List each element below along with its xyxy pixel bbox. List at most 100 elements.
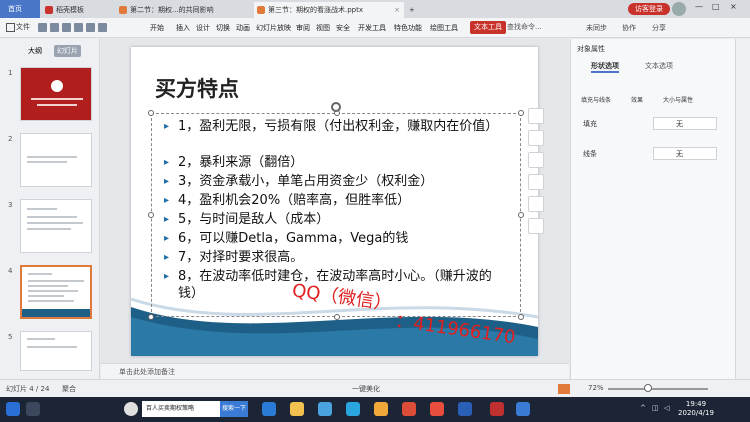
tab-home[interactable]: 首页 [0, 0, 40, 18]
tab-doc-2[interactable]: 第二节：期权...的共同影响 [116, 2, 252, 18]
share-button[interactable]: 分享 [652, 23, 666, 33]
store-icon[interactable] [318, 402, 332, 416]
menu-insert[interactable]: 插入 [176, 23, 190, 33]
wps-icon[interactable] [430, 402, 444, 416]
print-icon[interactable] [62, 23, 71, 32]
menu-home[interactable]: 开始 [150, 23, 164, 33]
tab-doc-3[interactable]: 第三节：期权的看涨战术.pptx × [254, 2, 404, 18]
word-icon[interactable] [516, 402, 530, 416]
baidu-icon[interactable] [124, 402, 138, 416]
app-icon[interactable] [458, 402, 472, 416]
taskbar-search-button[interactable]: 搜索一下 [220, 401, 248, 417]
tab-text-tools[interactable]: 文本工具 [470, 21, 506, 34]
sync-status[interactable]: 未同步 [586, 23, 607, 33]
slide-thumb-5[interactable] [20, 331, 92, 371]
menu-design[interactable]: 设计 [196, 23, 210, 33]
app-icon[interactable] [374, 402, 388, 416]
folder-icon[interactable] [290, 402, 304, 416]
new-tab-button[interactable]: + [406, 2, 420, 18]
close-button[interactable]: × [730, 2, 737, 11]
menu-transition[interactable]: 切换 [216, 23, 230, 33]
menu-security[interactable]: 安全 [336, 23, 350, 33]
resize-handle[interactable] [334, 314, 340, 320]
clock[interactable]: 19:49 2020/4/19 [676, 400, 716, 418]
rotate-handle[interactable] [331, 102, 341, 112]
taskbar-search-input[interactable]: 百人买卖期权策略 [142, 401, 220, 417]
zoom-knob[interactable] [643, 384, 652, 392]
text-wrap-icon[interactable] [528, 218, 544, 234]
tab-shape-options[interactable]: 形状选项 [591, 61, 619, 73]
resize-handle[interactable] [148, 314, 154, 320]
qq-icon[interactable] [346, 402, 360, 416]
save-icon[interactable] [50, 23, 59, 32]
subtab-fill-line[interactable]: 填充与线条 [581, 95, 611, 104]
login-button[interactable]: 访客登录 [628, 3, 670, 15]
undo-icon[interactable] [86, 23, 95, 32]
resize-handle[interactable] [518, 110, 524, 116]
resize-handle[interactable] [518, 314, 524, 320]
slide-title[interactable]: 买方特点 [155, 73, 239, 103]
close-tab-icon[interactable]: × [394, 2, 400, 18]
recorder-icon[interactable] [490, 402, 504, 416]
tab-text-options[interactable]: 文本选项 [645, 61, 673, 71]
bullet-4[interactable]: ▸ 4，盈利机会20%（赔率高，但胜率低） [164, 192, 504, 209]
edge-icon[interactable] [262, 402, 276, 416]
resize-handle[interactable] [148, 212, 154, 218]
menu-devtools[interactable]: 开发工具 [358, 23, 386, 33]
tab-outline[interactable]: 大纲 [28, 45, 42, 57]
app-icon[interactable] [402, 402, 416, 416]
bullet-5[interactable]: ▸ 5，与时间是敌人（成本） [164, 211, 504, 228]
open-icon[interactable] [38, 23, 47, 32]
bullet-6[interactable]: ▸ 6，可以赚Detla，Gamma，Vega的钱 [164, 230, 504, 247]
start-icon[interactable] [6, 402, 20, 416]
volume-icon[interactable]: ◁ [664, 404, 669, 412]
fill-label[interactable]: 填充 [583, 119, 597, 129]
notes-bar[interactable]: 单击此处添加备注 [101, 363, 569, 379]
slide-thumb-1[interactable] [20, 67, 92, 121]
notes-placeholder[interactable]: 单击此处添加备注 [119, 367, 175, 377]
subtab-effect[interactable]: 效果 [631, 95, 643, 104]
maximize-button[interactable]: □ [712, 2, 720, 11]
slide-thumb-2[interactable] [20, 133, 92, 187]
task-icon[interactable] [26, 402, 40, 416]
fill-select[interactable]: 无 [653, 117, 717, 130]
frame-icon[interactable] [528, 196, 544, 212]
resize-handle[interactable] [148, 110, 154, 116]
minimize-button[interactable]: — [695, 2, 703, 11]
subtab-size[interactable]: 大小与属性 [663, 95, 693, 104]
minus-icon[interactable] [528, 108, 544, 124]
preview-icon[interactable] [74, 23, 83, 32]
slide-thumb-4[interactable] [20, 265, 92, 319]
line-label[interactable]: 线条 [583, 149, 597, 159]
command-search[interactable]: 查找命令... [507, 22, 542, 32]
menu-drawing-tools[interactable]: 绘图工具 [430, 23, 458, 33]
redo-icon[interactable] [98, 23, 107, 32]
play-icon[interactable] [558, 384, 570, 394]
bullet-7[interactable]: ▸ 7，对择时要求很高。 [164, 249, 504, 266]
tab-slides[interactable]: 幻灯片 [54, 45, 81, 57]
menu-slideshow[interactable]: 幻灯片放映 [256, 23, 291, 33]
zoom-level[interactable]: 72% [588, 384, 604, 392]
file-menu[interactable]: 文件 [6, 22, 30, 32]
fill-icon[interactable] [528, 174, 544, 190]
line-select[interactable]: 无 [653, 147, 717, 160]
pen-icon[interactable] [528, 152, 544, 168]
menu-features[interactable]: 特色功能 [394, 23, 422, 33]
tab-docer[interactable]: 稻壳模板 [42, 2, 114, 18]
menu-animation[interactable]: 动画 [236, 23, 250, 33]
slide-thumb-3[interactable] [20, 199, 92, 253]
menu-review[interactable]: 审阅 [296, 23, 310, 33]
network-icon[interactable]: ◫ [652, 404, 659, 412]
tray-up-icon[interactable]: ^ [640, 404, 646, 412]
bullet-2[interactable]: ▸ 2，暴利来源（翻倍） [164, 154, 504, 171]
collab-button[interactable]: 协作 [622, 23, 636, 33]
avatar[interactable] [672, 2, 686, 16]
theme-name[interactable]: 聚合 [62, 384, 76, 394]
bullet-3[interactable]: ▸ 3，资金承载小，单笔占用资金少（权利金） [164, 173, 504, 190]
layers-icon[interactable] [528, 130, 544, 146]
slide[interactable]: 买方特点 ▸ 1，盈利无限，亏损有限（付出权利金，赚取内在价值） ▸ 2，暴利来源（… [131, 47, 538, 356]
menu-view[interactable]: 视图 [316, 23, 330, 33]
zoom-slider[interactable] [608, 388, 708, 390]
beautify-button[interactable]: 一键美化 [352, 384, 380, 394]
resize-handle[interactable] [518, 212, 524, 218]
